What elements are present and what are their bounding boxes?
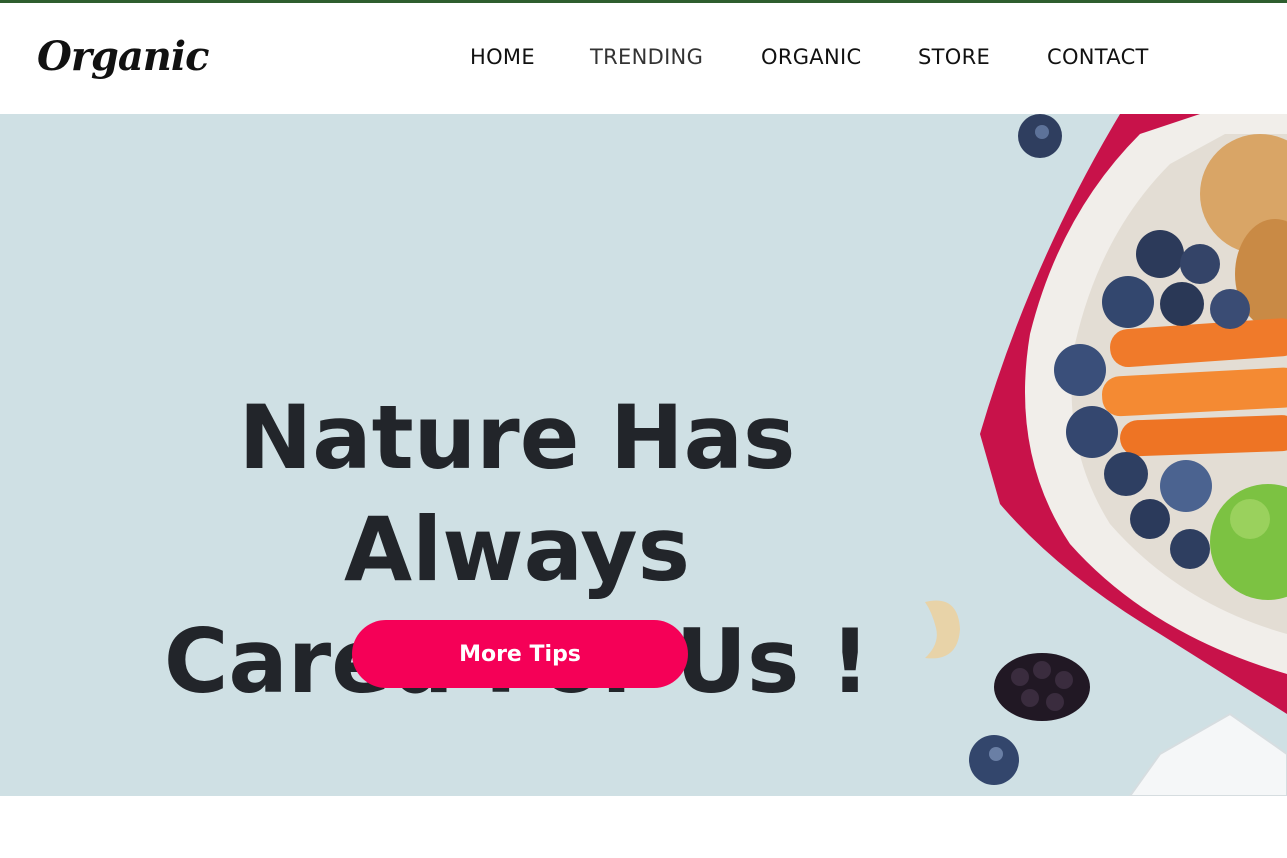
nav-item-store[interactable]: STORE — [918, 45, 990, 69]
nav-item-trending[interactable]: TRENDING — [590, 45, 703, 69]
hero-banner: Nature Has Always Cared For Us ! More Ti… — [0, 114, 1287, 796]
nav-item-contact[interactable]: CONTACT — [1047, 45, 1149, 69]
nav-links: HOME TRENDING ORGANIC STORE CONTACT — [0, 45, 1287, 75]
nav-item-home[interactable]: HOME — [470, 45, 535, 69]
navbar: Organic HOME TRENDING ORGANIC STORE CONT… — [0, 3, 1287, 114]
more-tips-button[interactable]: More Tips — [352, 620, 688, 688]
nav-item-organic[interactable]: ORGANIC — [761, 45, 861, 69]
hero-title-line1: Nature Has Always — [238, 386, 796, 601]
